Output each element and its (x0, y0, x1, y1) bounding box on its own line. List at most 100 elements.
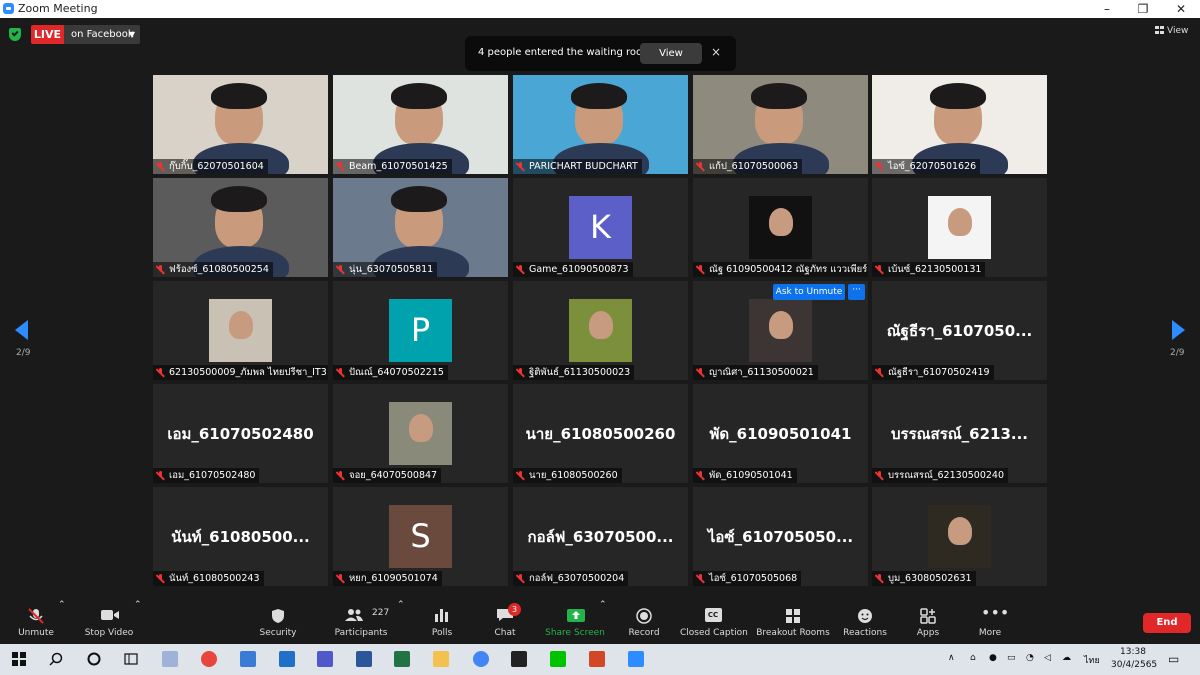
video-options-chevron-icon[interactable]: ⌃ (134, 600, 142, 644)
acrobat-icon[interactable] (511, 651, 527, 667)
participant-tile[interactable]: ณัฐธีรา_6107050... ณัฐธีรา_61070502419 (872, 281, 1047, 380)
chat-button[interactable]: 3 Chat (488, 600, 522, 644)
clock-date[interactable]: 30/4/2565 (1111, 660, 1157, 670)
more-button[interactable]: ••• More (972, 600, 1010, 644)
clock-time[interactable]: 13:38 (1120, 647, 1146, 657)
stop-video-button[interactable]: Stop Video (82, 600, 136, 644)
view-toggle-button[interactable]: View (1155, 26, 1188, 36)
volume-icon[interactable]: ◁ (1044, 653, 1051, 663)
participant-tile[interactable]: นาย_61080500260 นาย_61080500260 (513, 384, 688, 483)
share-screen-button[interactable]: Share Screen (544, 600, 606, 644)
polls-button[interactable]: Polls (424, 600, 460, 644)
security-button[interactable]: Security (256, 600, 300, 644)
close-notification-icon[interactable]: × (711, 45, 721, 59)
file-manager-icon[interactable] (162, 651, 178, 667)
participant-tile[interactable]: ฐิติพันธ์_61130500023 (513, 281, 688, 380)
participant-tile[interactable]: ไอซ์_62070501626 (872, 75, 1047, 174)
zoom-taskbar-icon[interactable] (628, 651, 644, 667)
input-language[interactable]: ไทย (1084, 653, 1100, 667)
breakout-rooms-button[interactable]: Breakout Rooms (756, 600, 830, 644)
powerpoint-icon[interactable] (589, 651, 605, 667)
participants-chevron-icon[interactable]: ⌃ (397, 600, 405, 644)
muted-mic-icon (875, 368, 884, 377)
more-dots-icon: ••• (981, 603, 1010, 622)
view-toggle-label: View (1167, 26, 1189, 36)
view-waiting-room-button[interactable]: View (640, 43, 702, 64)
chrome-profile-icon[interactable] (473, 651, 489, 667)
line-app-icon[interactable] (550, 651, 566, 667)
windows-taskbar: ∧ ⌂ ● ▭ ◔ ◁ ☁ ไทย 13:38 30/4/2565 ▭ (0, 644, 1200, 675)
word-icon[interactable] (356, 651, 372, 667)
tray-chevron-icon[interactable]: ∧ (948, 653, 955, 663)
participant-tile[interactable]: S หยก_61090501074 (333, 487, 508, 586)
participant-name-label: ณัฐธีรา_61070502419 (872, 365, 994, 380)
search-icon[interactable] (49, 651, 65, 667)
folder-icon[interactable] (433, 651, 449, 667)
cloud-icon[interactable]: ☁ (1062, 653, 1071, 663)
share-options-chevron-icon[interactable]: ⌃ (599, 600, 607, 644)
previous-page-arrow-icon[interactable] (15, 320, 28, 340)
record-button[interactable]: Record (624, 600, 664, 644)
battery-icon[interactable]: ▭ (1007, 653, 1016, 663)
participant-tile[interactable]: เบ้นซ์_62130500131 (872, 178, 1047, 277)
breakout-rooms-icon (784, 608, 802, 623)
participant-name: ณัฐ 61090500412 ณัฐภัทร แววเพียร์ (709, 264, 868, 275)
end-meeting-button[interactable]: End (1143, 613, 1191, 633)
ask-to-unmute-button[interactable]: Ask to Unmute (773, 284, 845, 300)
participants-button[interactable]: 227 Participants (332, 600, 390, 644)
reactions-button[interactable]: Reactions (842, 600, 888, 644)
cortana-icon[interactable] (87, 651, 103, 667)
participant-name: บรรณสรณ์_62130500240 (888, 470, 1004, 481)
excel-icon[interactable] (394, 651, 410, 667)
participant-tile[interactable]: PARICHART BUDCHART (513, 75, 688, 174)
participant-tile[interactable]: ณัฐ 61090500412 ณัฐภัทร แววเพียร์ (693, 178, 868, 277)
participant-tile[interactable]: ไอซ์_610705050... ไอซ์_61070505068 (693, 487, 868, 586)
muted-mic-icon (336, 574, 345, 583)
participant-tile[interactable]: แก้ป_61070500063 (693, 75, 868, 174)
participant-tile[interactable]: ฟร้องซ์_61080500254 (153, 178, 328, 277)
participant-tile[interactable]: บูม_63080502631 (872, 487, 1047, 586)
next-page-arrow-icon[interactable] (1172, 320, 1185, 340)
task-view-icon[interactable] (124, 651, 140, 667)
participant-tile[interactable]: P ปัณณ์_64070502215 (333, 281, 508, 380)
windows-start-icon[interactable] (12, 651, 28, 667)
participant-tile[interactable]: นันท์_61080500... นันท์_61080500243 (153, 487, 328, 586)
close-window-button[interactable]: ✕ (1162, 0, 1200, 18)
mail-icon[interactable] (279, 651, 295, 667)
muted-mic-icon (156, 574, 165, 583)
participant-tile[interactable]: 62130500009_ภัมพล ไทยปรีชา_IT3 (153, 281, 328, 380)
apps-button[interactable]: Apps (912, 600, 944, 644)
participant-tile[interactable]: กุ๊บกิ๊บ_62070501604 (153, 75, 328, 174)
tile-more-button[interactable]: ··· (848, 284, 865, 300)
participant-name-label: เบ้นซ์_62130500131 (872, 262, 986, 277)
participants-people-icon (344, 608, 363, 622)
closed-caption-button[interactable]: CC Closed Caption (680, 600, 748, 644)
wifi-icon[interactable]: ◔ (1026, 653, 1034, 663)
unmute-button[interactable]: Unmute (14, 600, 58, 644)
participant-tile[interactable]: นุ่น_63070505811 (333, 178, 508, 277)
participant-name: ญาณิศา_61130500021 (709, 367, 814, 378)
participant-tile[interactable]: Beam_61070501425 (333, 75, 508, 174)
closed-caption-icon: CC (704, 608, 722, 622)
tray-mic-icon[interactable]: ● (989, 653, 997, 663)
teams-icon[interactable] (317, 651, 333, 667)
encryption-shield-icon[interactable] (9, 28, 21, 41)
participant-profile-photo (928, 196, 991, 259)
participant-tile[interactable]: กอล์ฟ_63070500... กอล์ฟ_63070500204 (513, 487, 688, 586)
live-destination-dropdown[interactable]: on Facebook ▼ (64, 25, 140, 44)
participant-tile[interactable]: จอย_64070500847 (333, 384, 508, 483)
participant-tile[interactable]: บรรณสรณ์_6213... บรรณสรณ์_62130500240 (872, 384, 1047, 483)
participant-name-label: ปัณณ์_64070502215 (333, 365, 448, 380)
live-badge[interactable]: LIVE (31, 25, 64, 44)
notifications-icon[interactable]: ▭ (1168, 652, 1179, 666)
chrome-icon[interactable] (201, 651, 217, 667)
tray-app-icon[interactable]: ⌂ (970, 653, 976, 663)
record-label: Record (628, 628, 660, 638)
minimize-button[interactable]: – (1088, 0, 1126, 18)
participant-tile[interactable]: เอม_61070502480 เอม_61070502480 (153, 384, 328, 483)
maximize-button[interactable]: ❐ (1124, 0, 1162, 18)
participant-tile[interactable]: K Game_61090500873 (513, 178, 688, 277)
audio-options-chevron-icon[interactable]: ⌃ (58, 600, 66, 644)
participant-tile[interactable]: พัด_61090501041 พัด_61090501041 (693, 384, 868, 483)
store-icon[interactable] (240, 651, 256, 667)
